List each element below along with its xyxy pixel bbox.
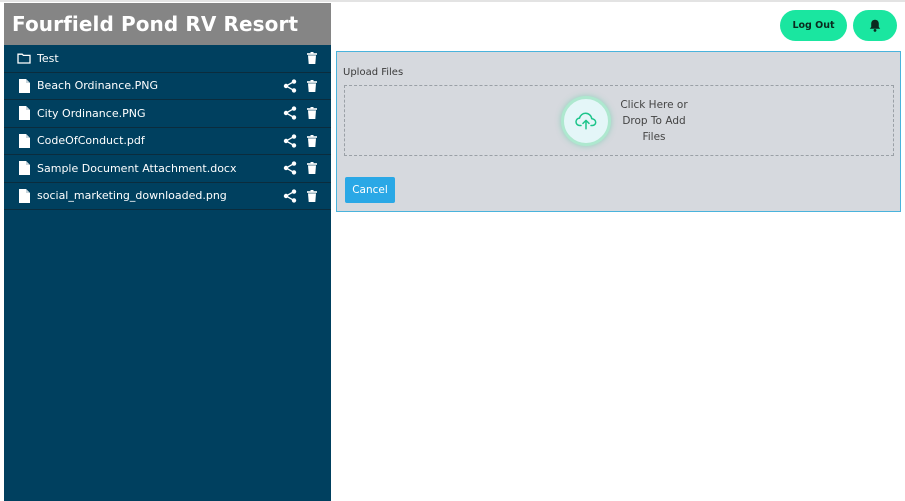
trash-icon xyxy=(307,107,317,120)
share-icon xyxy=(283,134,297,148)
sidebar-item-label: Sample Document Attachment.docx xyxy=(37,161,237,175)
cloud-upload-icon xyxy=(575,112,597,130)
row-actions xyxy=(283,78,319,94)
file-icon xyxy=(16,78,32,94)
share-icon xyxy=(283,106,297,120)
sidebar-item-label: social_marketing_downloaded.png xyxy=(37,189,227,203)
row-actions xyxy=(283,105,319,121)
share-icon xyxy=(283,79,297,93)
share-button[interactable] xyxy=(283,188,297,204)
sidebar-item-file[interactable]: social_marketing_downloaded.png xyxy=(4,183,331,210)
row-actions xyxy=(283,160,319,176)
file-icon xyxy=(16,133,32,149)
sidebar-item-file[interactable]: CodeOfConduct.pdf xyxy=(4,128,331,155)
trash-icon xyxy=(307,162,317,175)
delete-button[interactable] xyxy=(305,188,319,204)
sidebar: Fourfield Pond RV Resort Test Beach Ordi… xyxy=(4,3,331,501)
file-dropzone[interactable]: Click Here or Drop To Add Files xyxy=(344,85,894,156)
row-actions xyxy=(283,188,319,204)
sidebar-item-label: Test xyxy=(37,51,59,65)
sidebar-item-file[interactable]: Beach Ordinance.PNG xyxy=(4,73,331,100)
delete-button[interactable] xyxy=(305,50,319,66)
sidebar-item-label: City Ordinance.PNG xyxy=(37,106,146,120)
file-icon xyxy=(16,105,32,121)
sidebar-item-label: Beach Ordinance.PNG xyxy=(37,79,158,93)
share-button[interactable] xyxy=(283,133,297,149)
share-icon xyxy=(283,189,297,203)
file-icon xyxy=(16,188,32,204)
delete-button[interactable] xyxy=(305,105,319,121)
notifications-button[interactable] xyxy=(853,10,897,41)
row-actions xyxy=(305,50,319,66)
bell-icon xyxy=(869,19,881,32)
sidebar-item-file[interactable]: Sample Document Attachment.docx xyxy=(4,155,331,183)
delete-button[interactable] xyxy=(305,160,319,176)
upload-label: Upload Files xyxy=(343,67,404,78)
sidebar-item-file[interactable]: City Ordinance.PNG xyxy=(4,100,331,128)
drop-line-3: Files xyxy=(642,131,666,143)
logout-button[interactable]: Log Out xyxy=(780,10,847,41)
file-list: Test Beach Ordinance.PNG City Ordinance.… xyxy=(4,45,331,210)
delete-button[interactable] xyxy=(305,78,319,94)
app-root: Fourfield Pond RV Resort Test Beach Ordi… xyxy=(0,0,905,501)
sidebar-item-label: CodeOfConduct.pdf xyxy=(37,134,145,148)
upload-icon-circle[interactable] xyxy=(561,96,611,146)
trash-icon xyxy=(307,52,317,65)
row-actions xyxy=(283,133,319,149)
trash-icon xyxy=(307,189,317,202)
drop-line-2: Drop To Add xyxy=(622,115,686,127)
sidebar-item-test-folder[interactable]: Test xyxy=(4,45,331,73)
share-button[interactable] xyxy=(283,78,297,94)
file-icon xyxy=(16,160,32,176)
top-divider xyxy=(0,0,905,2)
drop-line-1: Click Here or xyxy=(620,99,688,111)
upload-panel: Upload Files Click Here or Drop To Add F… xyxy=(336,51,901,212)
share-icon xyxy=(283,161,297,175)
cancel-button[interactable]: Cancel xyxy=(345,177,395,203)
trash-icon xyxy=(307,134,317,147)
brand-header: Fourfield Pond RV Resort xyxy=(4,3,331,45)
folder-icon xyxy=(16,50,32,66)
share-button[interactable] xyxy=(283,105,297,121)
app-title: Fourfield Pond RV Resort xyxy=(12,12,299,36)
trash-icon xyxy=(307,79,317,92)
delete-button[interactable] xyxy=(305,133,319,149)
dropzone-instructions: Click Here or Drop To Add Files xyxy=(615,97,693,145)
share-button[interactable] xyxy=(283,160,297,176)
